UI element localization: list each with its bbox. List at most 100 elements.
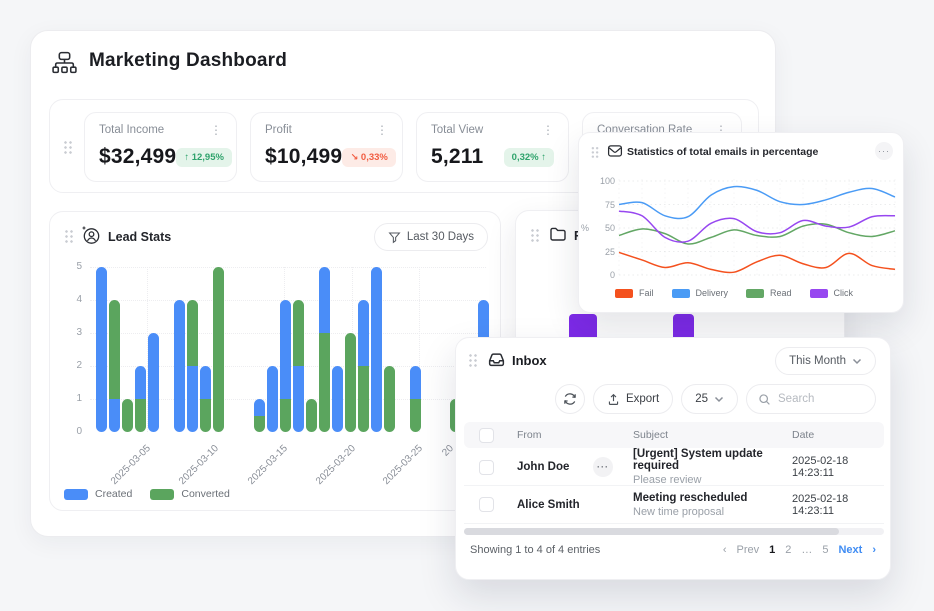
table-row-0[interactable]: John Doe··· [Urgent] System update requir… xyxy=(464,448,884,486)
subject-text: Meeting rescheduled xyxy=(633,492,782,504)
kebab-menu-icon[interactable]: ⋮ xyxy=(542,124,554,136)
drag-handle-icon[interactable] xyxy=(64,229,74,243)
legend-swatch xyxy=(746,289,764,298)
search-input[interactable] xyxy=(778,393,868,405)
kpi-body: $32,499↑ 12,95% xyxy=(99,145,222,169)
lead-bar xyxy=(213,267,224,432)
drag-handle-icon[interactable] xyxy=(63,140,73,154)
bar-segment-converted xyxy=(358,366,369,432)
kpi-body: 5,2110,32% ↑ xyxy=(431,145,554,169)
date-filter-button[interactable]: Last 30 Days xyxy=(374,223,488,251)
lead-bar xyxy=(200,366,211,432)
export-button[interactable]: Export xyxy=(593,384,673,414)
kebab-menu-icon[interactable]: ⋮ xyxy=(376,124,388,136)
refresh-button[interactable] xyxy=(555,384,585,414)
page: { "header": { "title": "Marketing Dashbo… xyxy=(0,0,934,611)
subject-text: [Urgent] System update required xyxy=(633,448,782,472)
row-checkbox[interactable] xyxy=(479,497,494,512)
header-checkbox-cell xyxy=(464,428,508,443)
legend-item-delivery: Delivery xyxy=(672,288,729,298)
lead-bar xyxy=(319,267,330,432)
bar-segment-created xyxy=(293,366,304,432)
inbox-title: Inbox xyxy=(512,353,547,368)
lead-bar xyxy=(187,300,198,432)
date-cell: 2025-02-18 14:23:11 xyxy=(782,493,884,517)
bar-segment-converted xyxy=(306,399,317,432)
select-all-checkbox[interactable] xyxy=(479,428,494,443)
email-chart-legend: FailDeliveryReadClick xyxy=(615,288,853,298)
kpi-body: $10,499↘ 0,33% xyxy=(265,145,388,169)
pagination-item-5[interactable]: 5 xyxy=(822,544,828,556)
export-icon xyxy=(607,393,620,406)
kebab-menu-icon[interactable]: ⋮ xyxy=(210,124,222,136)
pagination-item-prev[interactable]: Prev xyxy=(736,544,759,556)
drag-handle-icon[interactable] xyxy=(468,353,478,367)
kpi-header: Total Income⋮ xyxy=(99,124,222,136)
pagination-item-‹[interactable]: ‹ xyxy=(723,544,727,556)
legend-swatch xyxy=(150,489,174,500)
legend-item-converted: Converted xyxy=(150,488,229,500)
bar-segment-converted xyxy=(280,399,291,432)
row-checkbox[interactable] xyxy=(479,460,494,475)
lead-stats-icon xyxy=(81,225,101,245)
kpi-value: $10,499 xyxy=(265,145,342,169)
legend-label: Read xyxy=(770,288,792,298)
legend-swatch xyxy=(810,289,828,298)
row-actions-button[interactable]: ··· xyxy=(593,457,613,477)
chevron-down-icon xyxy=(714,396,724,403)
bar-segment-converted xyxy=(200,399,211,432)
period-select[interactable]: This Month xyxy=(775,347,876,375)
lead-chart-legend: Created Converted xyxy=(64,488,230,500)
lead-bar xyxy=(345,333,356,432)
legend-label: Converted xyxy=(181,488,229,500)
scrollbar-thumb[interactable] xyxy=(464,528,839,535)
pagination-item-›[interactable]: › xyxy=(872,544,876,556)
y-tick-label: 4 xyxy=(58,294,82,305)
y-tick-label: 1 xyxy=(58,393,82,404)
date-filter-label: Last 30 Days xyxy=(407,231,474,243)
pagination-item-1[interactable]: 1 xyxy=(769,544,775,556)
column-header-date: Date xyxy=(782,429,884,441)
x-tick-label: 20 xyxy=(440,443,456,459)
kpi-card-2: Total View⋮ 5,2110,32% ↑ xyxy=(416,112,569,182)
table-row-1[interactable]: Alice SmithMeeting rescheduledNew time p… xyxy=(464,486,884,524)
horizontal-scrollbar[interactable] xyxy=(464,528,884,535)
row-checkbox-cell xyxy=(464,460,508,475)
inbox-footer: Showing 1 to 4 of 4 entries ‹ Prev 12 … 5 Nex… xyxy=(470,544,876,556)
column-header-subject: Subject xyxy=(623,429,782,441)
inbox-toolbar: Export 25 xyxy=(456,384,876,414)
bar-segment-created xyxy=(319,267,330,333)
lead-bar xyxy=(293,300,304,432)
bar-segment-created xyxy=(187,366,198,432)
bar-segment-created xyxy=(371,267,382,432)
drag-handle-icon[interactable] xyxy=(530,228,540,242)
lead-bar xyxy=(135,366,146,432)
entries-summary: Showing 1 to 4 of 4 entries xyxy=(470,544,600,556)
bar-segment-created xyxy=(200,366,211,399)
lead-bar xyxy=(109,300,120,432)
lead-bar xyxy=(410,366,421,432)
bar-segment-converted xyxy=(293,300,304,366)
inbox-table: FromSubjectDate John Doe···[Urgent] Syst… xyxy=(464,422,884,524)
trend-badge: ↘ 0,33% xyxy=(342,148,396,167)
lead-bar xyxy=(358,300,369,432)
kpi-card-1: Profit⋮$10,499↘ 0,33% xyxy=(250,112,403,182)
sender-name: Alice Smith xyxy=(517,499,580,511)
lead-bar xyxy=(384,366,395,432)
subject-preview: Please review xyxy=(633,474,782,486)
bar-segment-created xyxy=(174,300,185,432)
kpi-value: $32,499 xyxy=(99,145,176,169)
bar-segment-created xyxy=(148,333,159,432)
y-tick-label: 3 xyxy=(58,327,82,338)
bar-segment-created xyxy=(254,399,265,416)
pagination-item-next[interactable]: Next xyxy=(838,544,862,556)
from-cell: John Doe··· xyxy=(508,457,623,477)
bar-segment-converted xyxy=(254,416,265,433)
pagination-item-…[interactable]: … xyxy=(801,544,812,556)
kpi-header: Total View⋮ xyxy=(431,124,554,136)
sitemap-icon xyxy=(51,49,78,76)
page-size-select[interactable]: 25 xyxy=(681,384,738,414)
legend-item-created: Created xyxy=(64,488,132,500)
legend-item-click: Click xyxy=(810,288,854,298)
pagination-item-2[interactable]: 2 xyxy=(785,544,791,556)
